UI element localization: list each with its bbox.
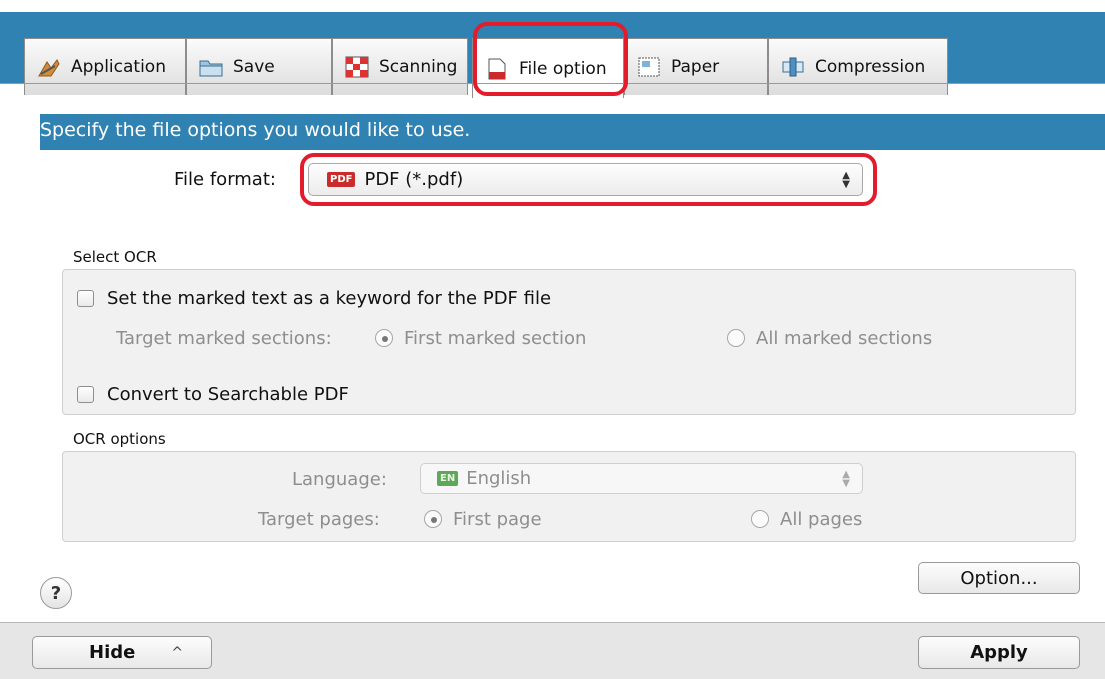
file-format-value: PDF (*.pdf) — [364, 169, 464, 190]
hide-button-label: Hide — [89, 642, 136, 663]
tab-paper-label: Paper — [671, 57, 720, 77]
tab-divider — [0, 83, 1105, 84]
tab-application[interactable]: Application — [24, 38, 186, 95]
language-value: English — [466, 468, 532, 489]
section-header-text: Specify the file options you would like … — [40, 119, 471, 141]
tab-application-label: Application — [71, 57, 166, 77]
keyword-checkbox[interactable] — [77, 290, 94, 307]
language-label: Language: — [292, 469, 387, 490]
option-button[interactable]: Option... — [918, 562, 1080, 594]
tab-strip: Application Save Scanning File option Pa… — [0, 12, 1105, 98]
folder-icon — [199, 60, 223, 77]
en-badge-icon: EN — [437, 471, 459, 486]
searchable-pdf-label: Convert to Searchable PDF — [107, 384, 349, 405]
tab-save-label: Save — [233, 57, 275, 77]
help-button[interactable]: ? — [40, 577, 72, 609]
file-format-label: File format: — [174, 169, 276, 190]
all-pages-radio[interactable] — [751, 510, 769, 528]
all-pages-label: All pages — [780, 509, 863, 530]
select-arrows-icon: ▲ ▼ — [842, 169, 850, 190]
target-pages-label: Target pages: — [258, 509, 380, 530]
searchable-pdf-checkbox[interactable] — [77, 386, 94, 403]
tab-compression[interactable]: Compression — [768, 38, 948, 95]
file-format-select[interactable]: PDF PDF (*.pdf) ▲ ▼ — [308, 163, 863, 196]
all-marked-label: All marked sections — [756, 328, 933, 349]
tab-compression-label: Compression — [815, 57, 926, 77]
compression-icon — [782, 57, 804, 77]
application-icon — [38, 59, 60, 77]
keyword-checkbox-label: Set the marked text as a keyword for the… — [107, 288, 552, 309]
tab-paper[interactable]: Paper — [624, 38, 768, 95]
first-page-radio[interactable] — [424, 510, 442, 528]
apply-button[interactable]: Apply — [918, 636, 1080, 669]
select-arrows-icon: ▲ ▼ — [842, 468, 850, 489]
hide-button[interactable]: Hide ^ — [32, 636, 212, 669]
tab-file-option[interactable]: File option — [472, 38, 624, 98]
target-sections-label: Target marked sections: — [116, 328, 332, 349]
tab-scanning-label: Scanning — [379, 57, 458, 77]
first-marked-label: First marked section — [404, 328, 587, 349]
file-icon — [488, 58, 506, 79]
first-marked-radio[interactable] — [375, 329, 393, 347]
paper-icon — [638, 57, 660, 77]
tab-file-option-label: File option — [519, 58, 607, 79]
select-ocr-title: Select OCR — [73, 248, 157, 266]
all-marked-radio[interactable] — [727, 329, 745, 347]
first-page-label: First page — [453, 509, 542, 530]
chevron-up-icon: ^ — [171, 644, 184, 661]
scanning-icon — [345, 56, 369, 78]
tab-scanning[interactable]: Scanning — [332, 38, 468, 95]
ocr-options-title: OCR options — [73, 430, 166, 448]
pdf-badge-icon: PDF — [327, 172, 356, 187]
section-header: Specify the file options you would like … — [40, 114, 1105, 150]
language-select[interactable]: EN English ▲ ▼ — [420, 463, 863, 494]
tab-save[interactable]: Save — [186, 38, 332, 95]
